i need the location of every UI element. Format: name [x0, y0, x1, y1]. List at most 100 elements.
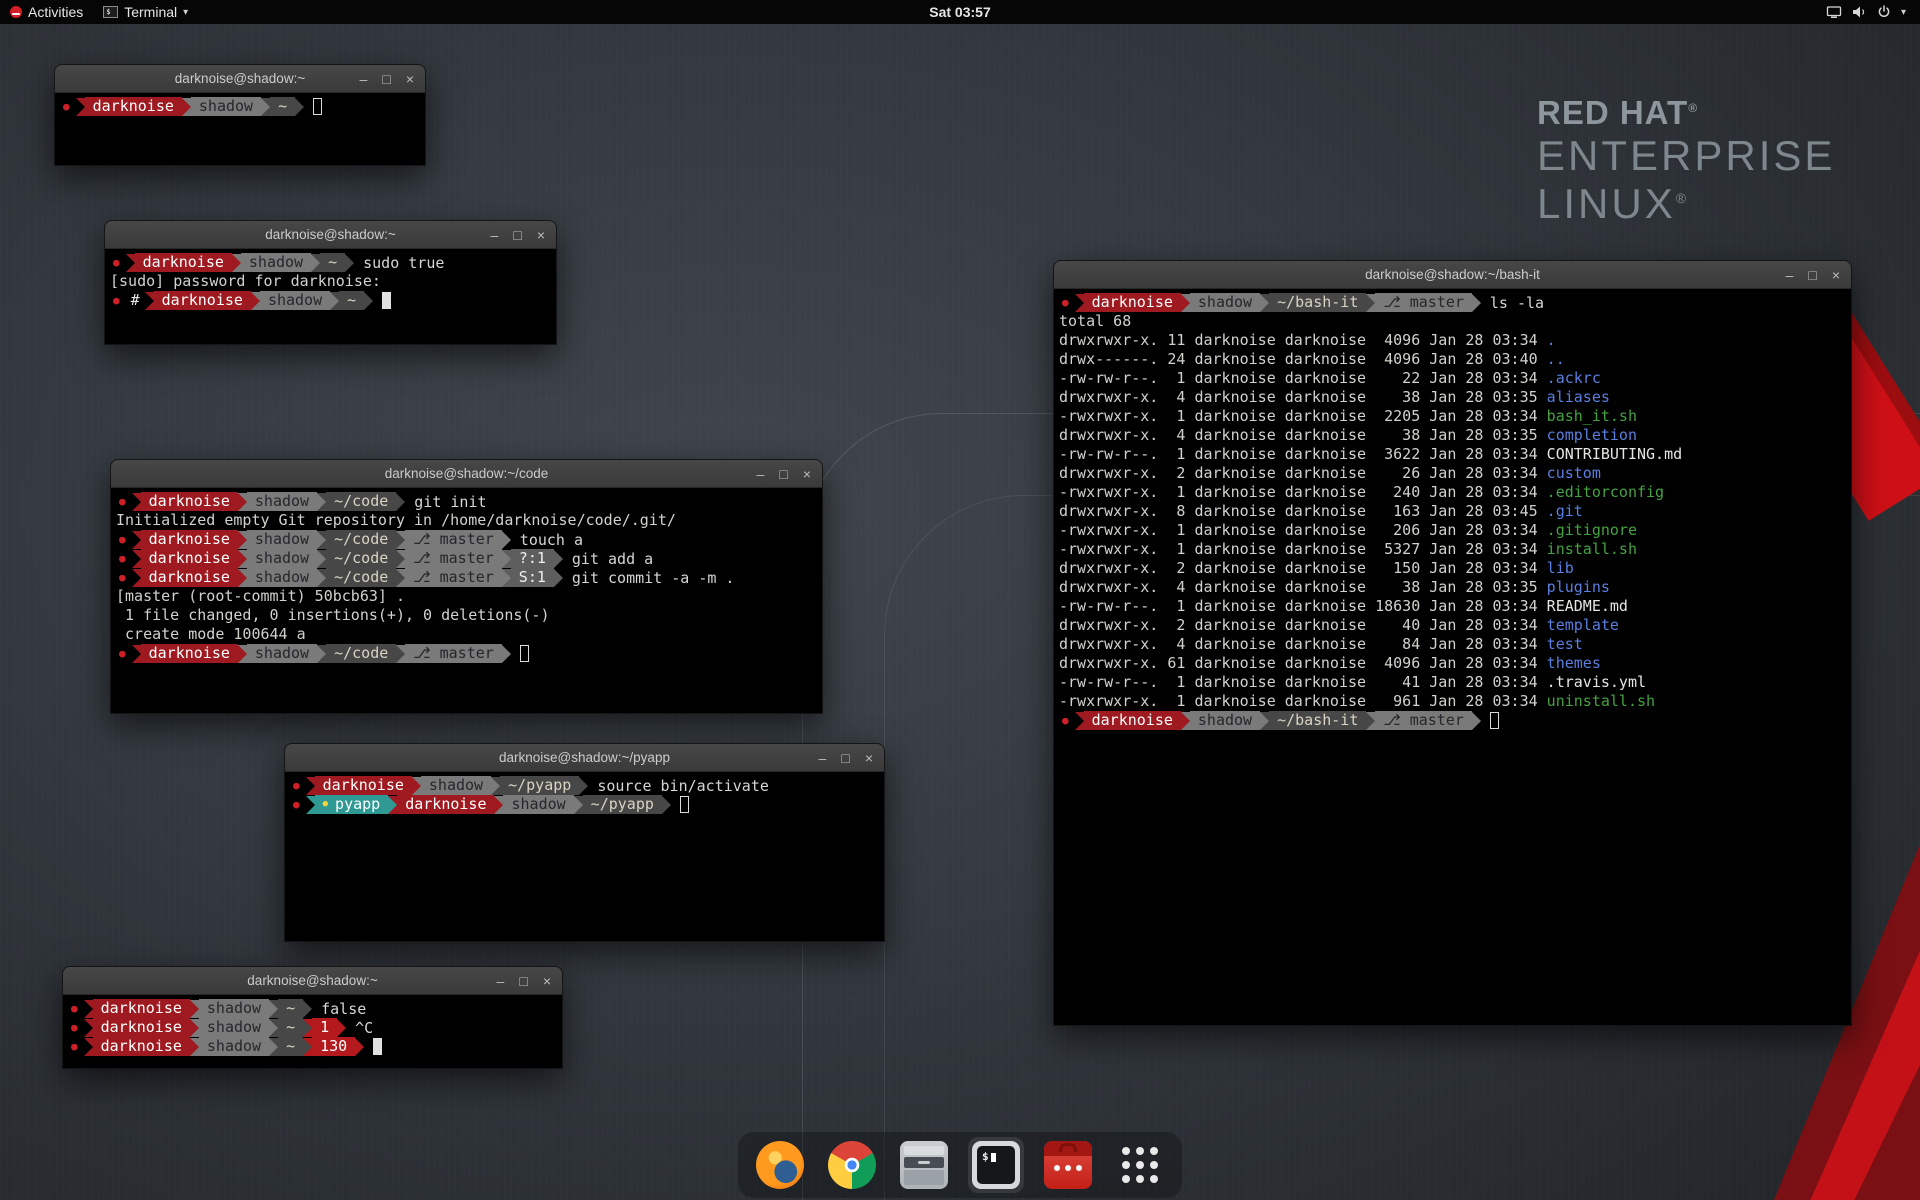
- top-bar: Activities $ Terminal ▾ Sat 03:57 ▾: [0, 0, 1920, 24]
- prompt-segment-path: ~/code: [326, 568, 396, 587]
- system-status-area[interactable]: ▾: [1818, 0, 1914, 24]
- ls-row: drwxrwxr-x. 4 darknoise darknoise 38 Jan…: [1059, 388, 1846, 407]
- terminal-content[interactable]: ●darknoiseshadow~false●darknoiseshadow~1…: [63, 995, 562, 1068]
- prompt-segment-host: shadow: [191, 97, 261, 116]
- brand-product-line1: ENTERPRISE: [1537, 135, 1835, 177]
- maximize-button[interactable]: □: [382, 72, 390, 86]
- powerline-arrow-icon: [1181, 712, 1190, 730]
- window-titlebar[interactable]: darknoise@shadow:~–□×: [105, 221, 556, 249]
- maximize-button[interactable]: □: [1808, 268, 1816, 282]
- activities-button[interactable]: Activities: [0, 0, 93, 24]
- dock-item-app-grid[interactable]: [1112, 1137, 1168, 1193]
- file-name: .ackrc: [1547, 369, 1601, 387]
- close-button[interactable]: ×: [1832, 268, 1840, 282]
- prompt-segment-os: ●: [68, 1037, 84, 1056]
- minimize-button[interactable]: –: [1786, 268, 1794, 282]
- prompt-segment-stat: S:1: [511, 568, 554, 587]
- prompt-segment-user: darknoise: [141, 549, 238, 568]
- file-name: README.md: [1547, 597, 1628, 615]
- prompt-segment-path: ~/bash-it: [1269, 711, 1366, 730]
- prompt-segment-os: ●: [68, 999, 84, 1018]
- window-titlebar[interactable]: darknoise@shadow:~–□×: [63, 967, 562, 995]
- dock-item-toolbox[interactable]: [1040, 1137, 1096, 1193]
- close-button[interactable]: ×: [803, 467, 811, 481]
- powerline-arrow-icon: [579, 777, 588, 795]
- file-name: install.sh: [1547, 540, 1637, 558]
- prompt-segment-os: ●: [60, 97, 76, 116]
- terminal-prompt-line: ●darknoiseshadow~/code⎇ master?:1git add…: [116, 549, 817, 568]
- terminal-content[interactable]: ●darknoiseshadow~sudo true[sudo] passwor…: [105, 249, 556, 344]
- terminal-prompt-line: ●darknoiseshadow~/code⎇ mastertouch a: [116, 530, 817, 549]
- window-titlebar[interactable]: darknoise@shadow:~/bash-it–□×: [1054, 261, 1851, 289]
- powerline-arrow-icon: [491, 777, 500, 795]
- prompt-segment-user: darknoise: [141, 644, 238, 663]
- ls-row: drwxrwxr-x. 11 darknoise darknoise 4096 …: [1059, 331, 1846, 350]
- rhel-branding: RED HAT® ENTERPRISE LINUX®: [1537, 96, 1835, 225]
- prompt-segment-git: ⎇ master: [405, 530, 502, 549]
- minimize-button[interactable]: –: [819, 751, 827, 765]
- terminal-content[interactable]: ●darknoiseshadow~: [55, 93, 425, 165]
- terminal-content[interactable]: ●darknoiseshadow~/codegit initInitialize…: [111, 488, 822, 713]
- file-name: lib: [1547, 559, 1574, 577]
- file-name: template: [1547, 616, 1619, 634]
- terminal-content[interactable]: ●darknoiseshadow~/pyappsource bin/activa…: [285, 772, 884, 941]
- brand-name: RED HAT®: [1537, 96, 1835, 129]
- prompt-segment-pre: #: [126, 291, 145, 310]
- powerline-arrow-icon: [76, 98, 85, 116]
- window-controls: –□ ×: [757, 460, 811, 487]
- maximize-button[interactable]: □: [519, 974, 527, 988]
- dock-item-firefox[interactable]: [752, 1137, 808, 1193]
- command-text: false: [312, 1000, 366, 1018]
- powerline-arrow-icon: [190, 1038, 199, 1056]
- terminal-prompt-line: ●darknoiseshadow~/bash-it⎇ master: [1059, 711, 1846, 730]
- clock[interactable]: Sat 03:57: [929, 4, 990, 20]
- close-button[interactable]: ×: [537, 228, 545, 242]
- file-name: .gitignore: [1547, 521, 1637, 539]
- file-name: ..: [1547, 350, 1565, 368]
- file-name: completion: [1547, 426, 1637, 444]
- prompt-segment-host: shadow: [241, 253, 311, 272]
- prompt-segment-path: ~/bash-it: [1269, 293, 1366, 312]
- prompt-segment-exit: 130: [312, 1037, 355, 1056]
- close-button[interactable]: ×: [865, 751, 873, 765]
- prompt-segment-host: shadow: [247, 530, 317, 549]
- powerline-arrow-icon: [145, 292, 154, 310]
- prompt-segment-git: ⎇ master: [405, 644, 502, 663]
- close-button[interactable]: ×: [406, 72, 414, 86]
- app-menu[interactable]: $ Terminal ▾: [93, 0, 198, 24]
- terminal-output-line: [sudo] password for darknoise:: [110, 272, 551, 291]
- file-name: themes: [1547, 654, 1601, 672]
- close-button[interactable]: ×: [543, 974, 551, 988]
- powerline-arrow-icon: [396, 531, 405, 549]
- terminal-cursor: [313, 98, 322, 115]
- app-menu-label: Terminal: [124, 4, 177, 20]
- powerline-arrow-icon: [132, 550, 141, 568]
- prompt-segment-os: ●: [116, 492, 132, 511]
- chrome-icon: [828, 1141, 876, 1189]
- minimize-button[interactable]: –: [497, 974, 505, 988]
- minimize-button[interactable]: –: [360, 72, 368, 86]
- prompt-segment-os: ●: [116, 549, 132, 568]
- terminal-prompt-line: ●darknoiseshadow~/bash-it⎇ masterls -la: [1059, 293, 1846, 312]
- maximize-button[interactable]: □: [513, 228, 521, 242]
- powerline-arrow-icon: [232, 254, 241, 272]
- window-titlebar[interactable]: darknoise@shadow:~/pyapp–□×: [285, 744, 884, 772]
- powerline-arrow-icon: [345, 254, 354, 272]
- minimize-button[interactable]: –: [491, 228, 499, 242]
- window-titlebar[interactable]: darknoise@shadow:~–□×: [55, 65, 425, 93]
- powerline-arrow-icon: [84, 1038, 93, 1056]
- prompt-segment-os: ●: [116, 568, 132, 587]
- dock-item-files[interactable]: [896, 1137, 952, 1193]
- powerline-arrow-icon: [662, 796, 671, 814]
- minimize-button[interactable]: –: [757, 467, 765, 481]
- dock-item-terminal[interactable]: $: [968, 1137, 1024, 1193]
- maximize-button[interactable]: □: [841, 751, 849, 765]
- terminal-content[interactable]: ●darknoiseshadow~/bash-it⎇ masterls -la t…: [1054, 289, 1851, 1025]
- file-name: test: [1547, 635, 1583, 653]
- powerline-arrow-icon: [84, 1000, 93, 1018]
- terminal-window-home: darknoise@shadow:~–□×●darknoiseshadow~: [54, 64, 426, 166]
- powerline-arrow-icon: [132, 645, 141, 663]
- dock-item-chrome[interactable]: [824, 1137, 880, 1193]
- maximize-button[interactable]: □: [779, 467, 787, 481]
- window-titlebar[interactable]: darknoise@shadow:~/code–□×: [111, 460, 822, 488]
